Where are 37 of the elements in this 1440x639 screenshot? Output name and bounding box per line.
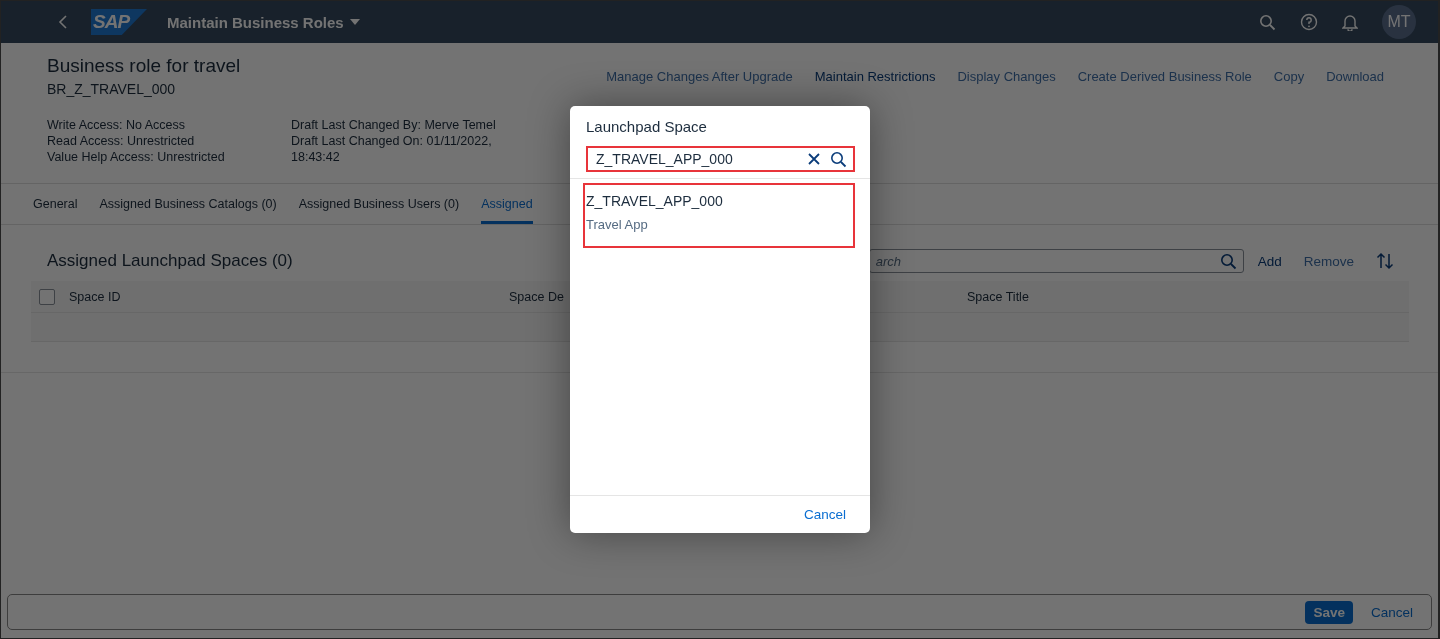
object-id: BR_Z_TRAVEL_000 xyxy=(47,81,177,97)
attribute-text: Value Help Access: Unrestricted xyxy=(47,149,226,165)
save-button[interactable]: Save xyxy=(1305,600,1353,624)
back-icon[interactable] xyxy=(57,14,69,30)
tab[interactable]: General xyxy=(33,184,78,224)
attribute-text: Draft Last Changed By: Merve Temel xyxy=(291,117,497,133)
tab[interactable]: Assigned Business Catalogs (0) xyxy=(99,184,277,224)
attribute-text: Read Access: Unrestricted xyxy=(47,133,196,149)
object-title: Business role for travel xyxy=(47,55,241,77)
action-button[interactable]: Maintain Restrictions xyxy=(814,55,936,97)
help-icon[interactable] xyxy=(1300,13,1318,31)
app-title-menu[interactable]: Maintain Business Roles xyxy=(167,13,360,31)
item-description: Travel App xyxy=(586,217,649,232)
search-icon[interactable] xyxy=(830,150,847,168)
column-header: Space De xyxy=(509,289,565,304)
toolbar-button[interactable]: Add xyxy=(1257,253,1282,269)
dialog-title: Launchpad Space xyxy=(585,117,708,137)
cancel-button[interactable]: Cancel xyxy=(803,507,846,522)
attribute-text: Draft Last Changed On: 01/11/2022, 18:43:42 xyxy=(291,133,493,165)
section-title: Assigned Launchpad Spaces (0) xyxy=(47,251,293,271)
caret-icon xyxy=(349,19,360,25)
list-item[interactable]: Z_TRAVEL_APP_000 Travel App xyxy=(583,183,855,248)
column-header: Space Title xyxy=(967,289,1030,304)
column-header: Space ID xyxy=(69,289,122,304)
tab[interactable]: Assigned Business Users (0) xyxy=(298,184,460,224)
bell-icon[interactable] xyxy=(1342,13,1358,31)
search-input[interactable]: arch xyxy=(875,253,1220,269)
select-all-checkbox[interactable] xyxy=(39,288,55,305)
close-icon[interactable] xyxy=(808,153,820,165)
sort-icon[interactable] xyxy=(1376,252,1394,270)
search-field[interactable]: Z_TRAVEL_APP_000 xyxy=(586,146,855,172)
item-title: Z_TRAVEL_APP_000 xyxy=(586,193,724,209)
user-avatar[interactable]: MT xyxy=(1382,5,1416,39)
logo[interactable]: SAP xyxy=(91,9,147,35)
tab[interactable]: Assigned xyxy=(481,184,533,224)
cancel-button[interactable]: Cancel xyxy=(1362,600,1421,624)
attribute-text: Write Access: No Access xyxy=(47,117,186,133)
